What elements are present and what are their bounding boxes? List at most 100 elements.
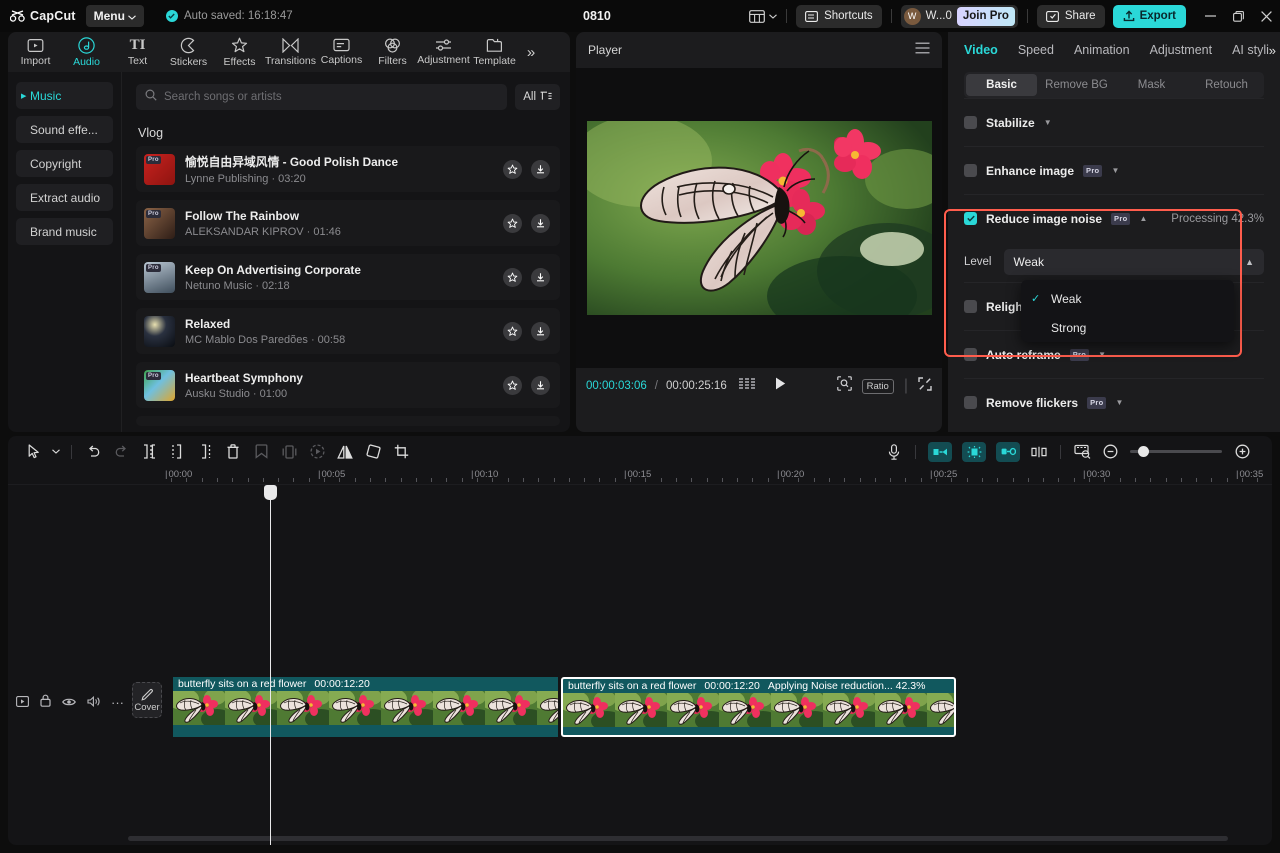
split-view-button[interactable] bbox=[1025, 438, 1053, 466]
ratio-button[interactable]: Ratio bbox=[862, 379, 894, 394]
join-pro-button[interactable]: Join Pro bbox=[957, 7, 1015, 26]
magnifier-frame-icon[interactable] bbox=[837, 376, 852, 396]
shortcuts-button[interactable]: Shortcuts bbox=[796, 5, 882, 28]
zoom-slider-handle[interactable] bbox=[1138, 446, 1149, 457]
level-dropdown[interactable]: ✓ Weak Strong bbox=[1021, 280, 1234, 342]
smart-tools-button[interactable] bbox=[962, 442, 986, 462]
search-input[interactable] bbox=[164, 91, 498, 103]
tool-filters[interactable]: Filters bbox=[367, 32, 418, 72]
sidebar-item-sound-effects[interactable]: Sound effe... bbox=[16, 116, 113, 143]
filter-all-button[interactable]: All bbox=[515, 84, 560, 110]
zoom-out-button[interactable] bbox=[1096, 438, 1124, 466]
undo-button[interactable] bbox=[79, 438, 107, 466]
download-icon[interactable] bbox=[531, 376, 550, 395]
download-icon[interactable] bbox=[531, 268, 550, 287]
tool-import[interactable]: Import bbox=[10, 32, 61, 72]
playhead-handle[interactable] bbox=[264, 485, 277, 500]
select-tool-button[interactable] bbox=[20, 438, 48, 466]
timeline-ruler[interactable]: 00:00 00:05 00:10 00:15 00:20 00:25 00:3… bbox=[8, 467, 1272, 485]
subtab-basic[interactable]: Basic bbox=[966, 74, 1037, 96]
trim-left-button[interactable] bbox=[163, 438, 191, 466]
toolbar-more-button[interactable]: » bbox=[520, 32, 542, 72]
mirror-button[interactable] bbox=[331, 438, 359, 466]
tool-text[interactable]: TI Text bbox=[112, 32, 163, 72]
trim-right-button[interactable] bbox=[191, 438, 219, 466]
sidebar-item-extract-audio[interactable]: Extract audio bbox=[16, 184, 113, 211]
tool-transitions[interactable]: Transitions bbox=[265, 32, 316, 72]
tool-template[interactable]: Template bbox=[469, 32, 520, 72]
redo-button[interactable] bbox=[107, 438, 135, 466]
marker-button[interactable] bbox=[247, 438, 275, 466]
property-row-enhance-image[interactable]: Enhance image Pro ▼ bbox=[964, 146, 1264, 194]
zoom-slider[interactable] bbox=[1130, 450, 1222, 453]
export-button[interactable]: Export bbox=[1113, 5, 1186, 28]
tool-stickers[interactable]: Stickers bbox=[163, 32, 214, 72]
remove-flickers-toggle[interactable] bbox=[964, 396, 977, 409]
favorite-star-icon[interactable] bbox=[503, 322, 522, 341]
auto-reframe-toggle[interactable] bbox=[964, 348, 977, 361]
sidebar-item-copyright[interactable]: Copyright bbox=[16, 150, 113, 177]
property-row-stabilize[interactable]: Stabilize ▼ bbox=[964, 98, 1264, 146]
rotate-button[interactable] bbox=[359, 438, 387, 466]
zoom-to-fit-button[interactable] bbox=[1068, 438, 1096, 466]
level-select[interactable]: Weak ▲ bbox=[1004, 249, 1265, 275]
tool-audio[interactable]: Audio bbox=[61, 32, 112, 72]
tab-animation[interactable]: Animation bbox=[1074, 43, 1130, 57]
frame-step-icon[interactable] bbox=[739, 377, 757, 395]
list-item[interactable]: Relaxed MC Mablo Dos Paredões · 00:58 bbox=[136, 308, 560, 354]
tabs-overflow-chevron-icon[interactable]: » bbox=[1269, 43, 1276, 58]
table-row[interactable]: butterfly sits on a red flower 00:00:12:… bbox=[561, 677, 956, 737]
download-icon[interactable] bbox=[531, 322, 550, 341]
enhance-image-toggle[interactable] bbox=[964, 164, 977, 177]
tab-video[interactable]: Video bbox=[964, 43, 998, 57]
auto-cut-button[interactable] bbox=[928, 442, 952, 462]
player-menu-icon[interactable] bbox=[915, 41, 930, 59]
share-button[interactable]: Share bbox=[1037, 5, 1105, 28]
menu-button[interactable]: Menu bbox=[86, 5, 144, 27]
favorite-star-icon[interactable] bbox=[503, 376, 522, 395]
track-type-icon[interactable] bbox=[16, 694, 29, 712]
property-row-remove-flickers[interactable]: Remove flickers Pro ▼ bbox=[964, 378, 1264, 426]
maximize-button[interactable] bbox=[1224, 0, 1252, 32]
freeze-frame-button[interactable] bbox=[275, 438, 303, 466]
close-button[interactable] bbox=[1252, 0, 1280, 32]
tab-ai-styling[interactable]: AI styli bbox=[1232, 43, 1269, 57]
playhead[interactable] bbox=[270, 485, 271, 845]
chevron-down-icon[interactable]: ▼ bbox=[1044, 118, 1052, 127]
link-clips-button[interactable] bbox=[996, 442, 1020, 462]
subtab-retouch[interactable]: Retouch bbox=[1191, 74, 1262, 96]
chevron-up-icon[interactable]: ▲ bbox=[1139, 214, 1147, 223]
zoom-in-button[interactable] bbox=[1228, 438, 1256, 466]
table-row[interactable]: butterfly sits on a red flower 00:00:12:… bbox=[173, 677, 558, 737]
select-dropdown-button[interactable] bbox=[48, 438, 64, 466]
favorite-star-icon[interactable] bbox=[503, 214, 522, 233]
relight-toggle[interactable] bbox=[964, 300, 977, 313]
split-button[interactable] bbox=[135, 438, 163, 466]
more-options-icon[interactable]: ··· bbox=[111, 698, 124, 708]
voiceover-button[interactable] bbox=[880, 438, 908, 466]
reduce-image-noise-toggle[interactable] bbox=[964, 212, 977, 225]
delete-button[interactable] bbox=[219, 438, 247, 466]
chevron-down-icon[interactable]: ▼ bbox=[1115, 398, 1123, 407]
favorite-star-icon[interactable] bbox=[503, 160, 522, 179]
crop-button[interactable] bbox=[387, 438, 415, 466]
tool-captions[interactable]: Captions bbox=[316, 32, 367, 72]
preview-button[interactable] bbox=[303, 438, 331, 466]
fullscreen-icon[interactable] bbox=[918, 377, 932, 396]
account-button[interactable]: W W...0 Join Pro bbox=[901, 5, 1018, 28]
tool-effects[interactable]: Effects bbox=[214, 32, 265, 72]
volume-icon[interactable] bbox=[87, 694, 100, 712]
chevron-down-icon[interactable]: ▼ bbox=[1111, 166, 1119, 175]
stabilize-toggle[interactable] bbox=[964, 116, 977, 129]
lock-icon[interactable] bbox=[40, 694, 51, 712]
favorite-star-icon[interactable] bbox=[503, 268, 522, 287]
list-item[interactable]: Pro Follow The Rainbow ALEKSANDAR KIPROV… bbox=[136, 200, 560, 246]
list-item[interactable] bbox=[136, 416, 560, 426]
tab-adjustment[interactable]: Adjustment bbox=[1150, 43, 1213, 57]
sidebar-item-music[interactable]: ▶ Music bbox=[16, 82, 113, 109]
list-item[interactable]: Pro Heartbeat Symphony Ausku Studio · 01… bbox=[136, 362, 560, 408]
chevron-down-icon[interactable]: ▼ bbox=[1098, 350, 1106, 359]
subtab-mask[interactable]: Mask bbox=[1116, 74, 1187, 96]
tool-adjustment[interactable]: Adjustment bbox=[418, 32, 469, 72]
dropdown-option-weak[interactable]: ✓ Weak bbox=[1021, 284, 1234, 313]
